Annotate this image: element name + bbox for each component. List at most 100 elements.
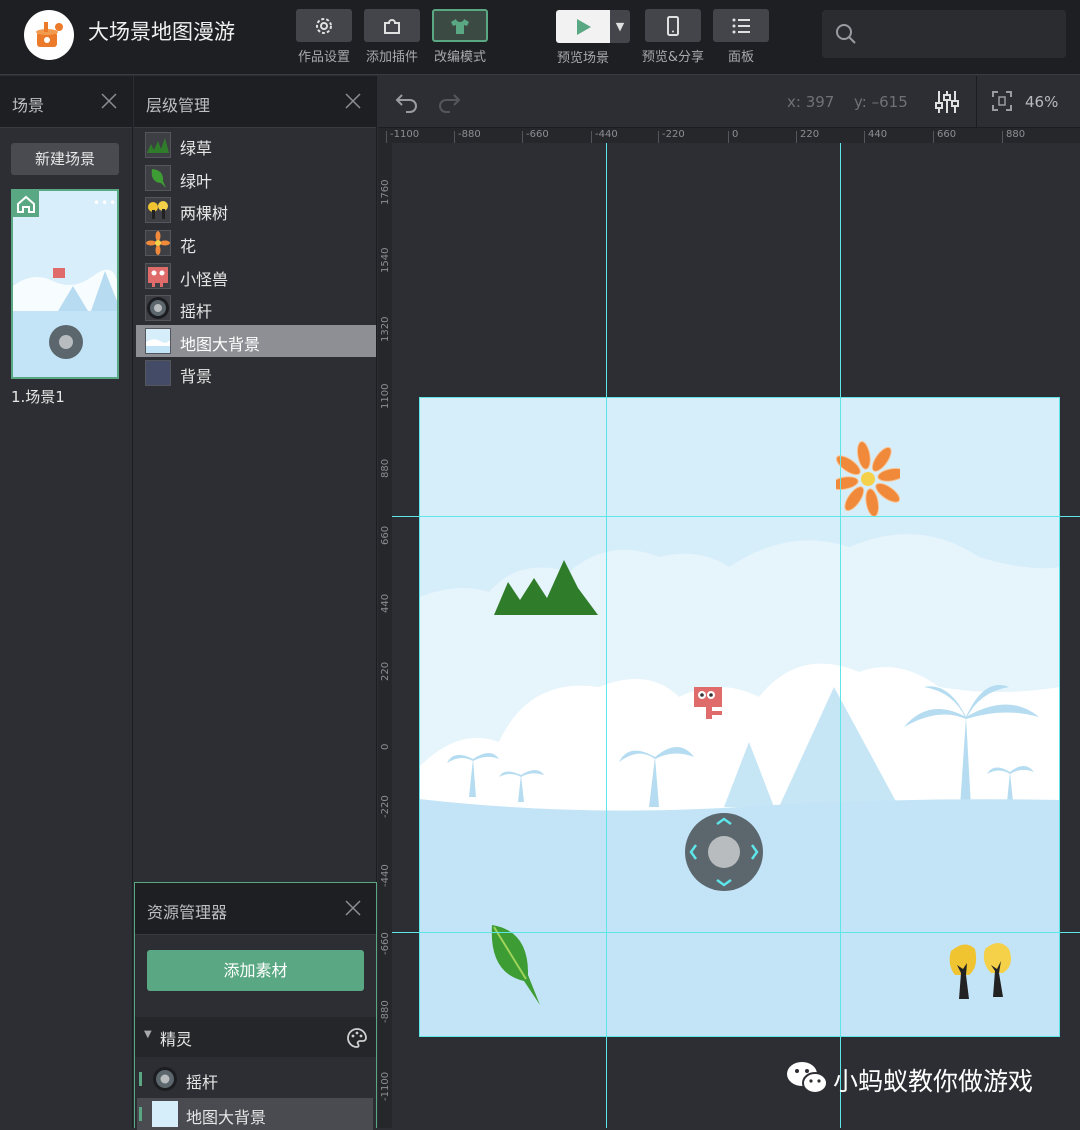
ruler-x-label: -440 [595, 129, 618, 140]
layer-item-grass[interactable]: 绿草 [136, 129, 376, 161]
y-coordinate: y: –615 [854, 93, 908, 111]
undo-icon[interactable] [394, 89, 420, 115]
layer-panel-header: 层级管理 [134, 76, 376, 128]
map-background-icon [145, 328, 171, 354]
asset-panel-title: 资源管理器 [147, 903, 228, 922]
remix-mode-label: 改编模式 [433, 50, 486, 65]
asset-item-map-background[interactable]: 地图大背景 [137, 1098, 373, 1130]
remix-mode-button[interactable] [432, 9, 488, 42]
ruler-tick [796, 131, 797, 143]
guide-line-vertical[interactable] [840, 143, 841, 1128]
drag-handle[interactable] [139, 1107, 142, 1121]
layer-panel-title: 层级管理 [146, 96, 211, 115]
add-plugin-button[interactable] [364, 9, 420, 42]
scene-thumbnail[interactable]: ••• [11, 189, 119, 379]
add-asset-button[interactable]: 添加素材 [147, 950, 364, 991]
scene-panel: 场景 新建场景 ••• 1.场景1 [0, 76, 133, 1128]
layer-item-flower[interactable]: 花 [136, 227, 376, 259]
ruler-x-label: 660 [937, 129, 957, 140]
ruler-tick [454, 131, 455, 143]
watermark: 小蚂蚁教你做游戏 [785, 1057, 1070, 1099]
ruler-y-label: 440 [380, 593, 391, 613]
list-icon [732, 18, 750, 33]
top-toolbar: 大场景地图漫游 作品设置 添加插件 改编模式 ▼ 预览场景 预览&分享 面板 [0, 0, 1080, 75]
home-icon [13, 191, 39, 217]
ruler-y-label: -660 [380, 932, 391, 955]
ruler-y-label: 220 [380, 661, 391, 681]
ruler-tick [386, 131, 387, 143]
ruler-y-label: 1760 [380, 179, 391, 205]
ruler-y-label: -220 [380, 795, 391, 818]
layer-item-label: 绿叶 [180, 172, 213, 191]
caret-down-icon: ▼ [144, 1029, 152, 1040]
canvas-toolbar: x: 397 y: –615 46% [378, 76, 1080, 128]
drag-handle[interactable] [139, 1072, 142, 1086]
share-label: 预览&分享 [641, 50, 705, 65]
puzzle-icon [384, 18, 400, 34]
layer-item-leaf[interactable]: 绿叶 [136, 162, 376, 194]
grass-icon [145, 132, 171, 158]
search-input[interactable] [822, 10, 1066, 58]
layer-item-background[interactable]: 背景 [136, 357, 376, 389]
app-title: 大场景地图漫游 [88, 20, 235, 44]
phone-icon [667, 15, 679, 36]
layer-item-joystick[interactable]: 摇杆 [136, 292, 376, 324]
ruler-tick [658, 131, 659, 143]
ruler-tick [1002, 131, 1003, 143]
ruler-x-label: 880 [1006, 129, 1026, 140]
trees-icon [145, 197, 171, 223]
ruler-x-label: 0 [732, 129, 739, 140]
close-icon[interactable] [98, 90, 120, 112]
flower-icon [145, 230, 171, 256]
add-plugin-label: 添加插件 [365, 50, 418, 65]
vertical-ruler: 1760 1540 1320 1100 880 660 440 220 0 -220 -440 -66… [378, 143, 392, 1128]
redo-icon[interactable] [436, 89, 462, 115]
more-icon[interactable]: ••• [93, 197, 117, 209]
close-icon[interactable] [342, 897, 364, 919]
ruler-y-label: -440 [380, 864, 391, 887]
selection-outline [419, 397, 1060, 1037]
zoom-level: 46% [1025, 93, 1059, 111]
layer-item-map-background[interactable]: 地图大背景 [136, 325, 376, 357]
ruler-x-label: 220 [800, 129, 820, 140]
toolbar-divider [976, 76, 977, 128]
asset-item-joystick[interactable]: 摇杆 [137, 1063, 375, 1095]
guide-line-horizontal[interactable] [392, 932, 1080, 933]
play-icon [577, 18, 591, 35]
close-icon[interactable] [342, 90, 364, 112]
asset-panel-header: 资源管理器 [135, 883, 376, 935]
panel-button[interactable] [713, 9, 769, 42]
layer-item-label: 地图大背景 [180, 335, 261, 354]
ruler-tick [728, 131, 729, 143]
new-scene-button[interactable]: 新建场景 [11, 143, 119, 175]
horizontal-ruler: -1100 -880 -660 -440 -220 0 220 440 660 880 [378, 128, 1080, 143]
search-icon [836, 24, 856, 44]
preview-play-button[interactable] [556, 10, 610, 43]
layer-item-trees[interactable]: 两棵树 [136, 194, 376, 226]
share-button[interactable] [645, 9, 701, 42]
palette-icon[interactable] [346, 1027, 368, 1049]
settings-label: 作品设置 [297, 50, 350, 65]
tshirt-icon [451, 18, 469, 34]
monster-icon [145, 263, 171, 289]
ruler-y-label: 1320 [380, 316, 391, 342]
settings-button[interactable] [296, 9, 352, 42]
canvas-area[interactable] [392, 143, 1080, 1128]
panel-label: 面板 [727, 50, 754, 65]
ruler-y-label: -1100 [380, 1071, 391, 1101]
sliders-icon[interactable] [935, 89, 959, 115]
ruler-x-label: 440 [868, 129, 888, 140]
guide-line-vertical[interactable] [606, 143, 607, 1128]
joystick-icon [153, 1067, 177, 1091]
guide-line-horizontal[interactable] [392, 516, 1080, 517]
map-background-icon [152, 1101, 178, 1127]
layer-item-monster[interactable]: 小怪兽 [136, 260, 376, 292]
layer-item-label: 小怪兽 [180, 270, 229, 289]
background-icon [145, 360, 171, 386]
fit-screen-icon[interactable] [991, 90, 1013, 112]
sprite-section-header[interactable]: ▼ 精灵 [135, 1017, 376, 1057]
layer-item-label: 背景 [180, 367, 213, 386]
preview-dropdown-arrow[interactable]: ▼ [610, 10, 630, 43]
app-logo [24, 10, 74, 60]
scene-panel-header: 场景 [0, 76, 132, 128]
